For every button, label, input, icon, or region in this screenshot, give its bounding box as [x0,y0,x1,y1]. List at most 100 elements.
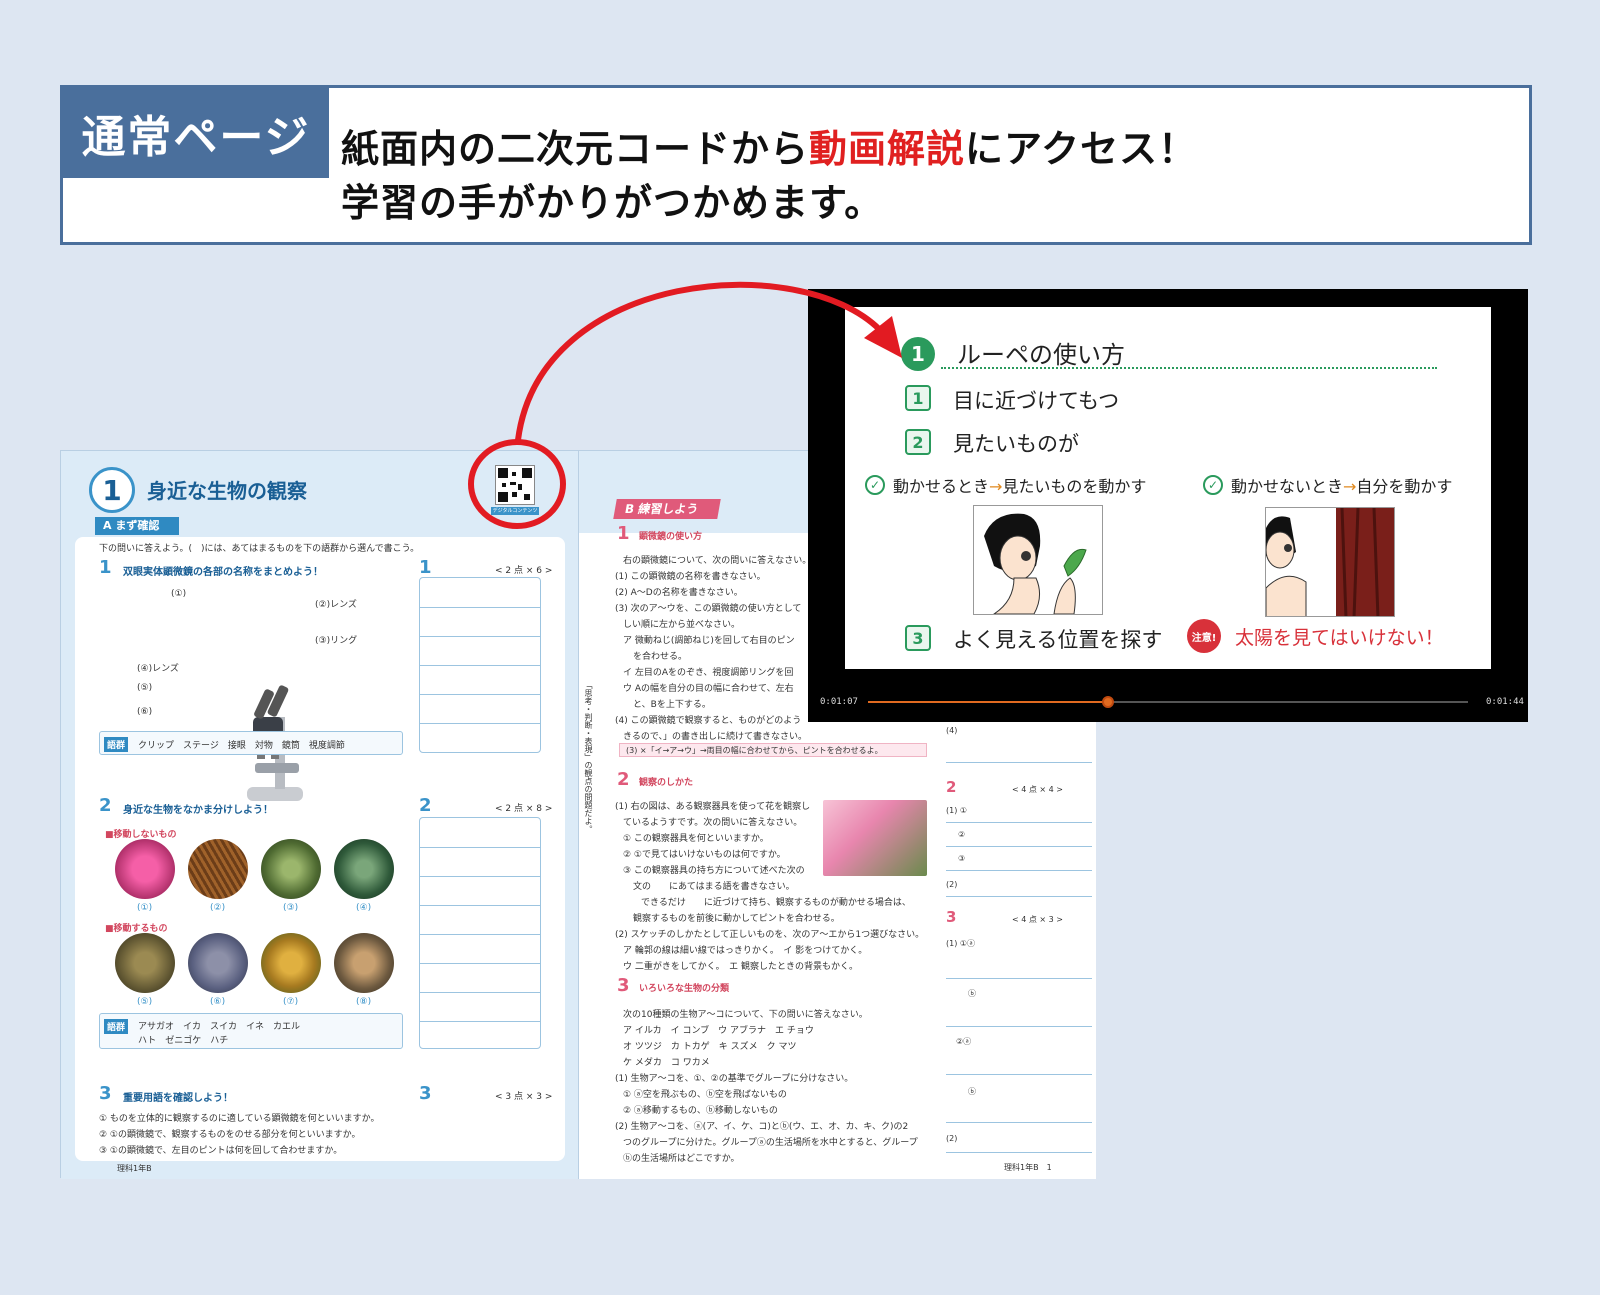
photo-label-1: (①) [137,903,153,913]
case-unmovable-condition: 動かせないとき [1231,477,1344,496]
photo-squid [334,933,394,993]
seek-bar[interactable] [868,696,1468,708]
ans-label-4: (4) [946,726,958,735]
step-3-badge: 3 [905,625,931,651]
rq2-number: 2 [617,769,630,790]
case-unmovable-action: 自分を動かす [1356,477,1453,496]
q3-title: 重要用語を確認しよう！ [123,1093,233,1104]
q3-item-1: ① ものを立体的に観察するのに適している顕微鏡を何といいますか。 [99,1114,380,1124]
photo-rice [188,839,248,899]
rq1-line-11: (4) この顕微鏡で観察すると、ものがどのよう [615,716,802,726]
photo-frog [115,933,175,993]
ans3-score: < 4 点 × 3 > [1012,915,1064,924]
video-slide: 1 ルーペの使い方 1 目に近づけてもつ 2 見たいものが ✓ 動かせるとき→見… [845,307,1491,669]
hint-text: (3) ×「イ→ア→ウ」→両目の幅に合わせてから、ピントを合わせるよ。 [626,746,883,755]
photo-label-6: (⑥) [210,997,226,1007]
rq2-line-1: (1) 右の図は、ある観察器具を使って花を観察し [615,802,811,812]
seek-bar-handle[interactable] [1102,696,1114,708]
answer-box-2[interactable] [419,817,541,1049]
ans1-number: 1 [419,557,432,578]
left-page: 1 身近な生物の観察 デジタルコンテンツ A まず確認 下の問いに答えよう。( … [61,451,579,1179]
rq1-line-5: しい順に左から並べなさい。 [623,620,741,630]
word-bank-1: 語群 クリップ ステージ 接眼 対物 鏡筒 視度調節 [99,731,403,755]
warning-icon: 注意! [1187,619,1221,653]
rq1-line-6: ア 微動ねじ(調節ねじ)を回して右目のピン [623,636,795,646]
label-2: (②)レンズ [315,600,357,610]
unit-number: 1 [89,467,135,513]
answer-box-1[interactable] [419,577,541,753]
arrow-icon: → [989,477,1003,496]
section-b-label: B 練習しよう [613,499,721,519]
group-stationary: ■移動しないもの [105,830,177,840]
rq3-line-3: オ ツツジ カ トカゲ キ スズメ ク マツ [623,1042,797,1052]
ans-label-3-1: (1) ①ⓐ [946,939,976,948]
loupe-photo [823,800,927,876]
word-bank-2-line1: アサガオ イカ スイカ イネ カエル [138,1022,301,1032]
q1-number: 1 [99,557,112,578]
ans-label-2-2: ② [958,830,966,839]
label-6: (⑥) [137,707,153,717]
left-footer: 理科1年B [117,1164,152,1173]
right-answer-column: (4) 2 < 4 点 × 4 > (1) ① ② ③ (2) 3 < 4 点 … [946,722,1095,1178]
q1-title: 双眼実体顕微鏡の各部の名称をまとめよう！ [123,567,323,578]
q3-number: 3 [99,1083,112,1104]
rq3-line-4: ケ メダカ コ ワカメ [623,1058,710,1068]
section-a-label: A まず確認 [95,517,179,535]
word-bank-1-words: クリップ ステージ 接眼 対物 鏡筒 視度調節 [138,741,345,751]
case-movable-action: 見たいものを動かす [1002,477,1147,496]
unit-title: 身近な生物の観察 [147,479,307,503]
time-current: 0:01:07 [820,697,858,707]
label-5: (⑤) [137,683,153,693]
rq3-line-6: ① ⓐ空を飛ぶもの、ⓑ空を飛ばないもの [623,1090,787,1100]
photo-label-3: (③) [283,903,299,913]
label-3: (③)リング [315,636,358,646]
header-banner: 通常ページ 紙面内の二次元コードから動画解説にアクセス！ 学習の手がかりがつかめ… [60,85,1532,245]
rq2-line-10: ア 輪郭の線は細い線ではっきりかく。 イ 影をつけてかく。 [623,946,868,956]
rq1-line-3: (2) A～Dの名称を書きなさい。 [615,588,743,598]
q3-item-3: ③ ①の顕微鏡で、左目のピントは何を回して合わせますか。 [99,1146,343,1156]
photo-label-8: (⑧) [356,997,372,1007]
rq2-line-8: 観察するものを前後に動かしてピントを合わせる。 [633,914,840,924]
photo-morning-glory [115,839,175,899]
slide-number: 1 [901,337,935,371]
photo-liverwort [334,839,394,899]
step-2-text: 見たいものが [953,432,1079,456]
rq1-line-4: (3) 次のア～ウを、この顕微鏡の使い方として [615,604,802,614]
banner-headline: 紙面内の二次元コードから動画解説にアクセス！ [341,118,1197,173]
video-player[interactable]: 1 ルーペの使い方 1 目に近づけてもつ 2 見たいものが ✓ 動かせるとき→見… [808,289,1528,722]
rq1-line-7: を合わせる。 [633,652,688,662]
title-underline [941,367,1437,369]
rq2-line-9: (2) スケッチのしかたとして正しいものを、次のア～エから1つ選びなさい。 [615,930,925,940]
step-1-text: 目に近づけてもつ [953,389,1120,413]
ans-label-3-2: ⓑ [968,989,976,998]
headline-suffix: にアクセス！ [965,127,1198,171]
headline-prefix: 紙面内の二次元コードから [341,127,810,171]
rq1-line-12: きるので、」の書き出しに続けて書きなさい。 [623,732,807,742]
rq3-line-8: (2) 生物ア～コを、ⓐ(ア、イ、ケ、コ)とⓑ(ウ、エ、オ、カ、キ、ク)の2 [615,1122,909,1132]
banner-tag: 通常ページ [63,88,329,178]
illustration-move-object [973,505,1103,615]
photo-pigeon [188,933,248,993]
rq3-line-1: 次の10種類の生物ア～コについて、下の問いに答えなさい。 [623,1010,868,1020]
rq3-number: 3 [617,975,630,996]
rq1-number: 1 [617,523,630,544]
case-unmovable: 動かせないとき→自分を動かす [1231,473,1452,497]
step-2-badge: 2 [905,429,931,455]
rq2-line-2: ているようすです。次の問いに答えなさい。 [623,818,803,828]
headline-highlight: 動画解説 [809,127,966,171]
rq1-line-2: (1) この顕微鏡の名称を書きなさい。 [615,572,766,582]
right-footer: 理科1年B 1 [1004,1163,1052,1172]
q3-item-2: ② ①の顕微鏡で、観察するものをのせる部分を何といいますか。 [99,1130,361,1140]
word-bank-tag: 語群 [104,737,129,752]
warning-text: 太陽を見てはいけない！ [1235,627,1444,649]
photo-label-2: (②) [210,903,226,913]
word-bank-2: 語群 アサガオ イカ スイカ イネ カエル ハト ゼニゴケ ハチ [99,1013,403,1049]
rq1-title: 顕微鏡の使い方 [639,532,703,542]
ans-label-2-4: (2) [946,880,958,889]
seek-bar-progress [868,701,1108,703]
slide-title: ルーペの使い方 [957,341,1125,369]
qr-code[interactable] [495,465,535,505]
instruction: 下の問いに答えよう。( )には、あてはまるものを下の語群から選んで書こう。 [99,544,420,554]
side-note: 「思考・判断・表現」の観点の問題だよ。 [584,681,593,833]
ans-label-3-3: ②ⓐ [956,1037,972,1046]
